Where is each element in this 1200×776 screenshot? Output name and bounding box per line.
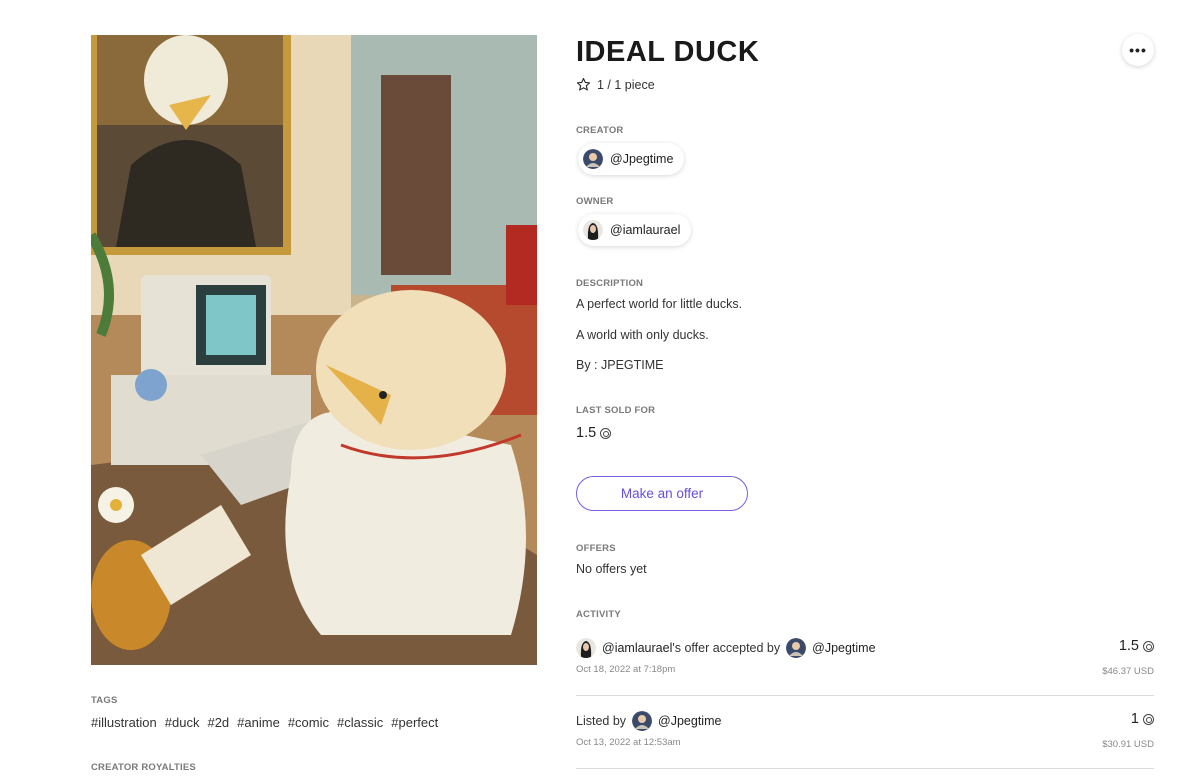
activity-divider	[576, 695, 1154, 696]
creator-avatar	[583, 149, 603, 169]
activity-action: 's offer accepted by	[672, 641, 781, 655]
activity-divider	[576, 768, 1154, 769]
coin-icon	[600, 427, 612, 439]
description-line-1: A perfect world for little ducks.	[576, 297, 743, 311]
page-title: IDEAL DUCK	[576, 36, 760, 68]
duck-illustration	[91, 35, 537, 665]
activity-actor-link[interactable]: @iamlaurael	[602, 641, 672, 655]
description-line-2: A world with only ducks.	[576, 328, 709, 342]
coin-icon	[1143, 640, 1154, 652]
creator-handle: @Jpegtime	[610, 152, 674, 166]
creator-avatar	[632, 711, 653, 731]
creator-chip[interactable]: @Jpegtime	[578, 143, 685, 175]
creator-avatar	[786, 638, 807, 658]
activity-amount-value: 1	[1130, 711, 1139, 727]
edition-count: 1 / 1 piece	[576, 77, 655, 92]
tag-classic[interactable]: #classic	[337, 715, 383, 730]
tag-anime[interactable]: #anime	[237, 715, 280, 730]
tag-2d[interactable]: #2d	[207, 715, 229, 730]
owner-avatar	[576, 638, 596, 658]
tag-illustration[interactable]: #illustration	[91, 715, 157, 730]
owner-label: OWNER	[576, 196, 614, 207]
activity-description: Listed by @Jpegtime	[576, 711, 1154, 731]
no-offers-text: No offers yet	[576, 562, 647, 576]
tags-label: TAGS	[91, 695, 118, 706]
activity-label: ACTIVITY	[576, 609, 621, 620]
edition-text: 1 / 1 piece	[597, 77, 655, 92]
activity-description: @iamlaurael's offer accepted by @Jpegtim…	[576, 638, 1154, 658]
owner-avatar	[583, 220, 603, 240]
description-line-3: By : JPEGTIME	[576, 358, 664, 372]
activity-text: @iamlaurael's offer accepted by	[602, 641, 780, 655]
description-label: DESCRIPTION	[576, 278, 644, 289]
last-sold-price: 1.5	[576, 425, 612, 441]
tag-comic[interactable]: #comic	[288, 715, 329, 730]
last-sold-value: 1.5	[576, 425, 597, 441]
activity-prefix: Listed by	[576, 714, 627, 728]
coin-icon	[1143, 713, 1154, 725]
offers-label: OFFERS	[576, 543, 616, 554]
activity-item: Listed by @Jpegtime Oct 13, 2022 at 12:5…	[576, 711, 1154, 750]
tags-section: TAGS #illustration #duck #2d #anime #com…	[91, 695, 551, 730]
activity-amount: 1	[1131, 711, 1154, 727]
tags-list: #illustration #duck #2d #anime #comic #c…	[91, 715, 551, 730]
activity-timestamp: Oct 13, 2022 at 12:53am	[576, 737, 681, 748]
star-icon[interactable]	[576, 77, 591, 92]
activity-actor-link[interactable]: @Jpegtime	[658, 714, 721, 728]
activity-usd: $46.37 USD	[1102, 666, 1154, 677]
activity-amount: 1.5	[1119, 638, 1154, 654]
tag-duck[interactable]: #duck	[165, 715, 200, 730]
more-horizontal-icon: •••	[1129, 42, 1147, 58]
activity-usd: $30.91 USD	[1102, 739, 1154, 750]
activity-timestamp: Oct 18, 2022 at 7:18pm	[576, 664, 676, 675]
make-offer-button[interactable]: Make an offer	[576, 476, 748, 511]
activity-target-link[interactable]: @Jpegtime	[812, 641, 875, 655]
activity-item: @iamlaurael's offer accepted by @Jpegtim…	[576, 638, 1154, 677]
tag-perfect[interactable]: #perfect	[391, 715, 438, 730]
more-options-button[interactable]: •••	[1122, 34, 1154, 66]
artwork-image[interactable]	[91, 35, 537, 665]
last-sold-label: LAST SOLD FOR	[576, 405, 656, 416]
owner-handle: @iamlaurael	[610, 223, 681, 237]
activity-amount-value: 1.5	[1118, 638, 1139, 654]
creator-royalties-label: CREATOR ROYALTIES	[91, 762, 196, 773]
owner-chip[interactable]: @iamlaurael	[578, 214, 692, 246]
creator-label: CREATOR	[576, 125, 624, 136]
